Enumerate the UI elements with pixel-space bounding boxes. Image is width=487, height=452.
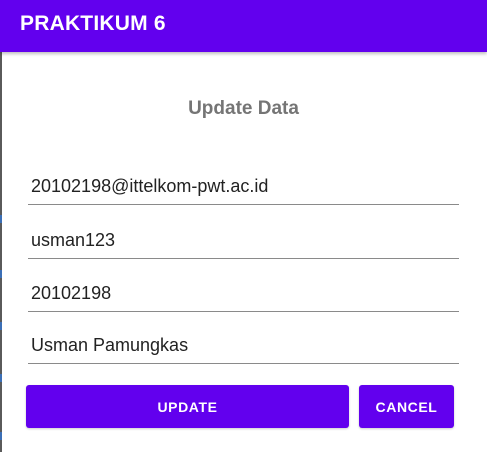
name-value: Usman Pamungkas: [31, 335, 189, 355]
edge-mark: [0, 322, 2, 330]
edge-mark: [0, 432, 2, 440]
password-value: usman123: [31, 230, 116, 250]
cancel-button[interactable]: CANCEL: [359, 385, 454, 428]
password-field[interactable]: usman123: [28, 222, 459, 259]
edge-mark: [0, 270, 2, 278]
name-field[interactable]: Usman Pamungkas: [28, 327, 459, 364]
app-bar: PRAKTIKUM 6: [0, 0, 487, 52]
edge-mark: [0, 374, 2, 382]
nim-value: 20102198: [31, 283, 112, 303]
screen: PRAKTIKUM 6 Update Data 20102198@ittelko…: [0, 0, 487, 452]
dialog-title: Update Data: [188, 98, 299, 119]
nim-field[interactable]: 20102198: [28, 275, 459, 312]
email-value: 20102198@ittelkom-pwt.ac.id: [31, 176, 269, 196]
app-title: PRAKTIKUM 6: [20, 12, 166, 35]
email-field[interactable]: 20102198@ittelkom-pwt.ac.id: [28, 168, 459, 205]
edge-mark: [0, 215, 2, 223]
update-button[interactable]: UPDATE: [26, 385, 349, 428]
